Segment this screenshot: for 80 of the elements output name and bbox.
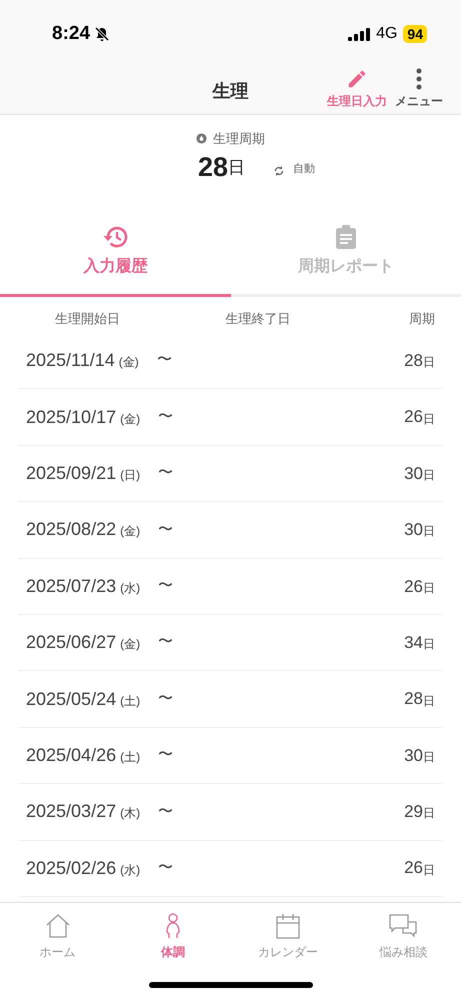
refresh-icon <box>273 164 286 176</box>
bell-muted-icon <box>94 26 110 42</box>
cycle-days: 26 <box>404 855 423 881</box>
day-unit: 日 <box>423 692 435 710</box>
cycle-days: 34 <box>404 630 423 656</box>
page-title: 生理 <box>212 80 248 102</box>
start-date: 2025/05/24 <box>26 688 116 711</box>
range-separator: 〜 <box>156 350 172 370</box>
start-date: 2025/02/26 <box>26 856 116 880</box>
status-time: 8:24 <box>52 22 90 46</box>
day-unit: 日 <box>423 466 435 484</box>
nav-tab[interactable]: カレンダー <box>230 911 346 961</box>
start-date: 2025/09/21 <box>26 462 116 485</box>
day-unit: 日 <box>423 354 435 372</box>
cycle-days: 28 <box>404 686 423 712</box>
column-header: 生理開始日 <box>54 310 121 328</box>
range-separator: 〜 <box>158 632 174 652</box>
start-date: 2025/08/22 <box>26 518 116 542</box>
start-date: 2025/10/17 <box>26 406 116 429</box>
network-label: 4G <box>376 24 398 44</box>
column-header: 周期 <box>408 310 436 328</box>
start-date: 2025/04/26 <box>26 744 116 767</box>
day-unit: 日 <box>423 805 435 822</box>
day-unit: 日 <box>423 523 435 540</box>
day-unit: 日 <box>423 748 435 766</box>
weekday-label: (金) <box>120 523 140 540</box>
column-header: 生理終了日 <box>224 310 292 328</box>
tab[interactable]: 周期レポート <box>230 201 461 297</box>
home-icon <box>44 913 71 939</box>
weekday-label: (水) <box>120 862 140 879</box>
nav-tab[interactable]: 体調 <box>115 911 230 961</box>
cycle-days: 30 <box>404 517 423 543</box>
cycle-unit: 日 <box>228 157 246 179</box>
chat-icon <box>389 913 418 939</box>
start-date: 2025/06/27 <box>26 631 116 654</box>
pencil-icon <box>346 68 368 90</box>
start-date: 2025/11/14 <box>26 349 115 372</box>
day-unit: 日 <box>423 410 435 428</box>
cycle-days: 30 <box>404 460 423 486</box>
range-separator: 〜 <box>158 463 174 484</box>
weekday-label: (土) <box>120 692 140 710</box>
header-action-button[interactable]: メニュー <box>395 68 443 110</box>
mode-label: 自動 <box>293 162 316 177</box>
cycle-days: 30 <box>404 742 423 768</box>
cycle-days: 28 <box>404 348 423 374</box>
nav-tab[interactable]: ホーム <box>0 911 116 961</box>
cycle-days: 29 <box>404 799 423 825</box>
range-separator: 〜 <box>158 688 174 709</box>
range-separator: 〜 <box>158 576 174 596</box>
range-separator: 〜 <box>158 858 174 878</box>
more-icon <box>416 68 422 90</box>
weekday-label: (木) <box>120 805 140 822</box>
cycle-value: 28 <box>198 150 228 182</box>
start-date: 2025/07/23 <box>26 574 116 598</box>
weekday-label: (金) <box>120 636 140 654</box>
day-unit: 日 <box>423 862 435 879</box>
weekday-label: (水) <box>120 580 140 597</box>
signal-icon <box>348 28 370 40</box>
header-action-button[interactable]: 生理日入力 <box>327 68 387 110</box>
day-unit: 日 <box>423 580 435 597</box>
weekday-label: (日) <box>120 466 140 484</box>
nav-tab[interactable]: 悩み相談 <box>346 911 461 961</box>
range-separator: 〜 <box>158 520 174 540</box>
weekday-label: (金) <box>120 410 140 428</box>
range-separator: 〜 <box>158 406 174 427</box>
cycle-days: 26 <box>404 574 423 599</box>
clipboard-icon <box>334 225 357 249</box>
calendar-icon <box>276 913 300 939</box>
tab[interactable]: 入力履歴 <box>0 201 230 297</box>
cycle-days: 26 <box>404 404 423 430</box>
start-date: 2025/03/27 <box>26 800 116 824</box>
drop-icon <box>196 133 207 144</box>
summary-label: 生理周期 <box>213 130 265 148</box>
range-separator: 〜 <box>158 802 174 822</box>
battery-indicator: 94 <box>403 25 427 43</box>
history-icon <box>102 225 128 249</box>
range-separator: 〜 <box>158 745 174 766</box>
weekday-label: (金) <box>118 354 139 372</box>
weekday-label: (土) <box>120 748 140 766</box>
day-unit: 日 <box>423 636 435 654</box>
